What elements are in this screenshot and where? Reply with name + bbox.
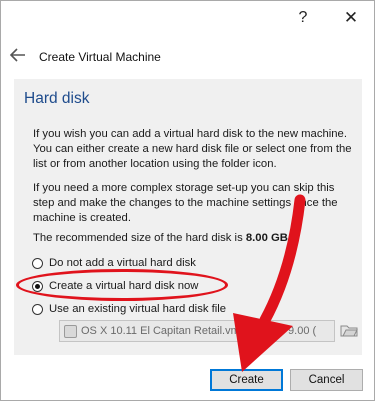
intro-paragraph: If you wish you can add a virtual hard d…: [33, 128, 352, 170]
recommend-size: 8.00 GB: [245, 232, 288, 244]
existing-disk-select[interactable]: OS X 10.11 El Capitan Retail.vmdk (N 9.0…: [59, 320, 335, 342]
wizard-header: Create Virtual Machine: [1, 39, 374, 79]
recommended-size-text: The recommended size of the hard disk is…: [33, 232, 291, 244]
radio-label: Create a virtual hard disk now: [49, 280, 199, 292]
folder-icon[interactable]: [340, 322, 358, 338]
radio-button[interactable]: [32, 303, 43, 315]
close-icon[interactable]: ✕: [339, 7, 363, 29]
radio-button-checked[interactable]: [32, 280, 43, 292]
radio-create-disk[interactable]: Create a virtual hard disk now: [32, 278, 198, 294]
advanced-paragraph: If you need a more complex storage set-u…: [33, 182, 338, 224]
title-bar: ? ✕: [1, 1, 374, 35]
hard-disk-icon: [64, 324, 77, 338]
radio-label: Use an existing virtual hard disk file: [49, 303, 227, 315]
disk-select-value-tail: 9.00 (: [288, 325, 317, 337]
disk-select-value: OS X 10.11 El Capitan Retail.vmdk (N: [81, 325, 267, 337]
create-button[interactable]: Create: [210, 369, 283, 391]
dialog-window: ? ✕ Create Virtual Machine Hard disk If …: [0, 0, 375, 401]
radio-no-disk[interactable]: Do not add a virtual hard disk: [32, 255, 196, 271]
help-icon[interactable]: ?: [291, 7, 315, 29]
recommend-prefix: The recommended size of the hard disk is: [33, 232, 246, 244]
recommend-suffix: .: [287, 232, 292, 244]
cancel-button[interactable]: Cancel: [290, 369, 363, 391]
back-arrow-icon[interactable]: [9, 47, 27, 63]
page-title: Hard disk: [24, 90, 90, 107]
radio-existing-disk[interactable]: Use an existing virtual hard disk file: [32, 301, 226, 317]
button-bar: Create Cancel: [1, 356, 374, 400]
radio-label: Do not add a virtual hard disk: [49, 257, 196, 269]
wizard-title: Create Virtual Machine: [39, 50, 161, 64]
hard-disk-page: Hard disk If you wish you can add a virt…: [14, 79, 362, 355]
radio-button[interactable]: [32, 257, 43, 269]
